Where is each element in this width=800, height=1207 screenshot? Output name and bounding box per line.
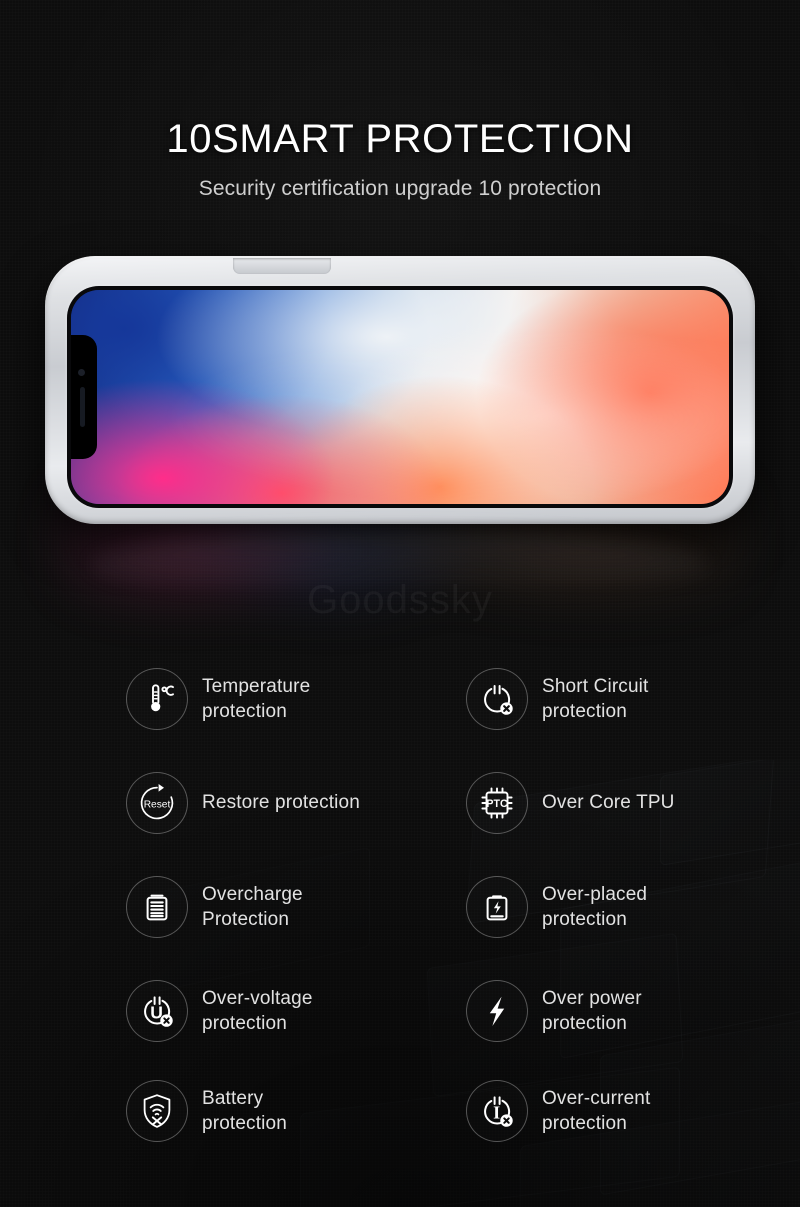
current-i-blocked-icon: I: [466, 1080, 528, 1142]
reset-icon-text: Reset: [144, 800, 171, 811]
feature-label: Restore protection: [202, 792, 360, 814]
phone-notch: [71, 335, 97, 459]
product-hero-image: [0, 248, 800, 678]
feature-item-over-current: I Over-current protection: [466, 1080, 800, 1142]
page-subtitle: Security certification upgrade 10 protec…: [198, 177, 602, 200]
lightning-bolt-icon: [466, 980, 528, 1042]
feature-label: Over Core TPU: [542, 792, 675, 814]
feature-item-short-circuit: Short Circuit protection: [466, 668, 800, 730]
feature-item-over-power: Over power protection: [466, 980, 800, 1042]
feature-label: Battery protection: [202, 1087, 287, 1134]
feature-item-battery: Battery protection: [126, 1080, 466, 1142]
feature-label: Over power protection: [542, 987, 642, 1034]
case-button-cutout: [233, 258, 331, 274]
header: 10SMART PROTECTION Security certificatio…: [0, 118, 800, 201]
feature-label: Temperature protection: [202, 675, 311, 722]
feature-item-overcharge: Overcharge Protection: [126, 876, 466, 938]
reset-circular-arrow-icon: Reset: [126, 772, 188, 834]
feature-label: Over-voltage protection: [202, 987, 313, 1034]
feature-label: Overcharge Protection: [202, 883, 303, 930]
phone-surface-reflection: [90, 530, 710, 600]
feature-item-restore: Reset Restore protection: [126, 772, 466, 834]
ptc-icon-text: PTC: [486, 798, 508, 810]
phone-screen-bezel: [67, 286, 733, 508]
feature-item-temperature: Temperature protection: [126, 668, 466, 730]
feature-item-over-placed: Over-placed protection: [466, 876, 800, 938]
feature-label: Over-placed protection: [542, 883, 648, 930]
page-title: 10SMART PROTECTION: [166, 117, 634, 161]
earpiece-speaker-icon: [80, 387, 85, 427]
feature-label: Over-current protection: [542, 1087, 651, 1134]
protection-feature-list: Temperature protection Short Circuit pro…: [0, 668, 800, 1168]
thermometer-celsius-icon: [126, 668, 188, 730]
power-symbol-blocked-icon: [466, 668, 528, 730]
feature-item-over-voltage: U Over-voltage protection: [126, 980, 466, 1042]
front-camera-icon: [78, 369, 85, 376]
phone-screen: [71, 290, 729, 504]
feature-item-over-core-tpu: PTC Over Core TPU: [466, 772, 800, 834]
phone-in-case: [45, 256, 755, 524]
current-icon-text: I: [493, 1103, 500, 1123]
battery-bolt-icon: [466, 876, 528, 938]
shield-signal-blocked-icon: [126, 1080, 188, 1142]
ptc-chip-icon: PTC: [466, 772, 528, 834]
voltage-u-blocked-icon: U: [126, 980, 188, 1042]
feature-label: Short Circuit protection: [542, 675, 649, 722]
product-marketing-page: 10SMART PROTECTION Security certificatio…: [0, 0, 800, 1207]
battery-full-icon: [126, 876, 188, 938]
wallpaper-highlight: [71, 290, 729, 504]
